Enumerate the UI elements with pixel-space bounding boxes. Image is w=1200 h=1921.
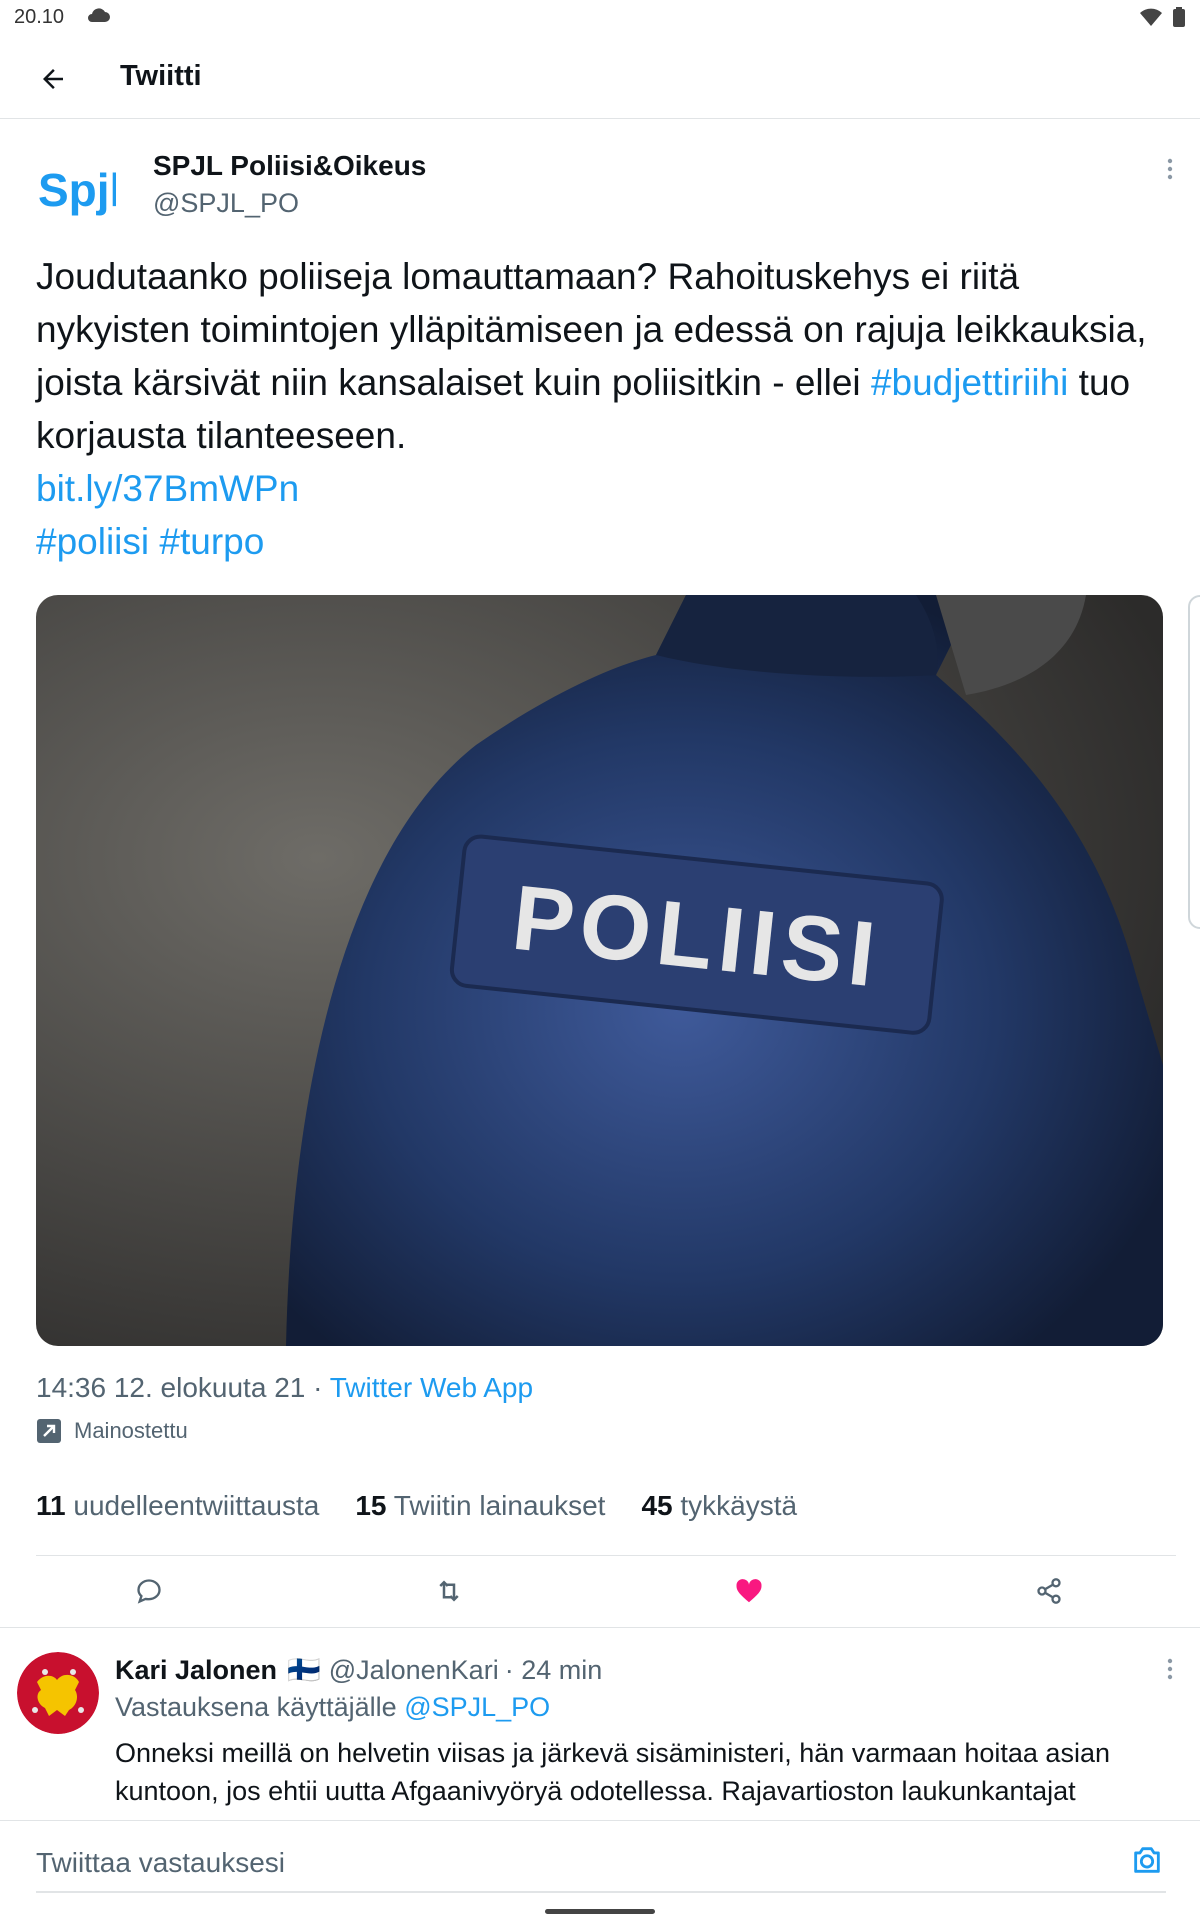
reply-header: Kari Jalonen 🇫🇮 @JalonenKari · 24 min [115, 1654, 602, 1686]
status-time: 20.10 [14, 6, 65, 28]
more-vertical-icon[interactable] [1160, 1656, 1180, 1686]
retweet-icon [439, 1580, 459, 1602]
reply-input[interactable] [36, 1841, 1126, 1885]
reply-icon [137, 1579, 161, 1604]
tweet-stats: 11 uudelleentwiittausta 15 Twiitin laina… [36, 1490, 1176, 1522]
input-underline [36, 1891, 1166, 1893]
quotes-count: 15 [355, 1490, 387, 1521]
url-link[interactable]: bit.ly/37BmWPn [36, 468, 299, 509]
tweet-meta: 14:36 12. elokuuta 21 · Twitter Web App [36, 1372, 533, 1404]
reply-button[interactable] [132, 1574, 166, 1608]
quotes-stat[interactable]: 15 Twiitin lainaukset [355, 1490, 605, 1522]
retweets-label: uudelleentwiittausta [73, 1490, 320, 1521]
share-button[interactable] [1032, 1574, 1066, 1608]
replying-to: Vastauksena käyttäjälle @SPJL_PO [115, 1692, 550, 1723]
hashtag-link[interactable]: #poliisi [36, 521, 149, 562]
likes-count: 45 [641, 1490, 673, 1521]
tweet-actions [36, 1556, 1176, 1626]
app-bar: Twiitti [0, 36, 1200, 119]
battery-icon [1173, 7, 1185, 27]
spjl-logo: Spjl [38, 164, 116, 216]
reply-text: Onneksi meillä on helvetin viisas ja jär… [115, 1738, 1110, 1806]
like-button[interactable] [732, 1574, 766, 1608]
arrow-left-icon [43, 69, 63, 89]
tweet-image[interactable]: POLIISI [36, 595, 1163, 1346]
reply-author-handle[interactable]: @JalonenKari [329, 1655, 499, 1686]
page-title: Twiitti [120, 60, 202, 92]
promoted-label: Mainostettu [36, 1418, 188, 1444]
likes-label: tykkäystä [680, 1490, 798, 1521]
gesture-bar [545, 1909, 655, 1914]
heart-icon [736, 1579, 762, 1603]
status-bar: 20.10 [0, 0, 1200, 36]
police-jacket-image: POLIISI [36, 595, 1163, 1346]
author-handle[interactable]: @SPJL_PO [153, 188, 299, 219]
wifi-icon [1140, 8, 1162, 26]
author-name[interactable]: SPJL Poliisi&Oikeus [153, 150, 426, 182]
camera-icon[interactable] [1130, 1843, 1164, 1877]
replying-to-handle[interactable]: @SPJL_PO [404, 1692, 550, 1722]
divider [0, 1627, 1200, 1628]
hashtag-link[interactable]: #turpo [159, 521, 264, 562]
finland-flag: 🇫🇮 [287, 1655, 321, 1685]
cloud-icon [88, 8, 110, 22]
svg-text:Spjl: Spjl [38, 164, 116, 216]
promoted-text: Mainostettu [74, 1418, 188, 1443]
tweet-text: Joudutaanko poliiseja lomauttamaan? Raho… [36, 250, 1176, 568]
back-button[interactable] [30, 56, 76, 102]
retweets-count: 11 [36, 1490, 66, 1521]
tweet-timestamp: 14:36 12. elokuuta 21 · [36, 1372, 330, 1403]
quotes-label: Twiitin lainaukset [393, 1490, 606, 1521]
reply-avatar[interactable] [17, 1652, 99, 1734]
coat-of-arms-avatar [17, 1652, 99, 1734]
hashtag-link[interactable]: #budjettiriihi [871, 362, 1068, 403]
retweets-stat[interactable]: 11 uudelleentwiittausta [36, 1490, 319, 1522]
retweet-button[interactable] [432, 1574, 466, 1608]
more-vertical-icon[interactable] [1160, 156, 1180, 186]
reply-time: · 24 min [504, 1654, 603, 1685]
likes-stat[interactable]: 45 tykkäystä [641, 1490, 797, 1522]
source-app-link[interactable]: Twitter Web App [330, 1372, 533, 1403]
compose-bar [0, 1820, 1200, 1921]
promoted-icon [37, 1419, 61, 1443]
scroll-edge [1188, 595, 1200, 929]
author-avatar[interactable]: Spjl [36, 150, 116, 230]
reply-author-name[interactable]: Kari Jalonen [115, 1655, 277, 1686]
replying-to-label: Vastauksena käyttäjälle [115, 1692, 397, 1722]
share-icon [1037, 1578, 1061, 1604]
